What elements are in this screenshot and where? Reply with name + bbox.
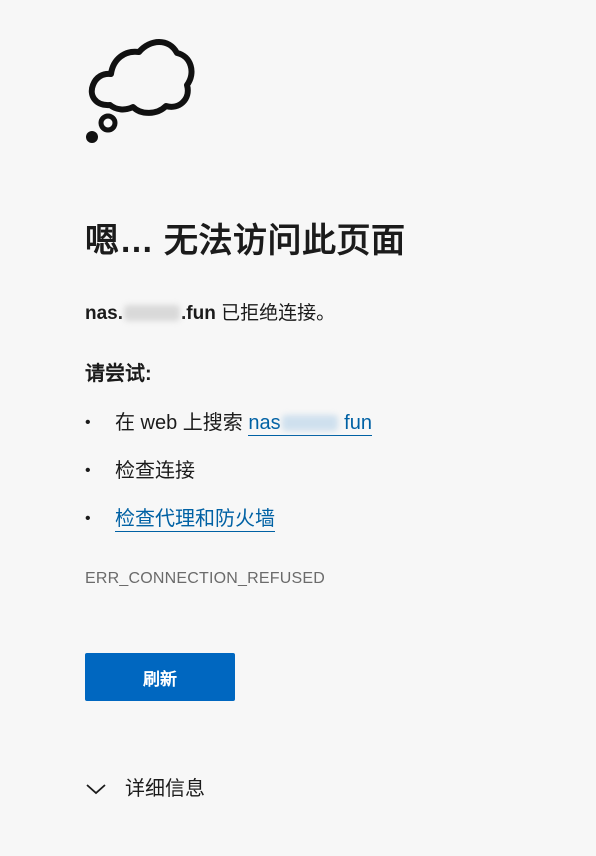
try-heading: 请尝试: xyxy=(85,363,152,385)
host-name: nas. .fun xyxy=(85,303,216,324)
refused-message: nas. .fun 已拒绝连接。 xyxy=(85,300,335,328)
details-toggle[interactable]: 详细信息 xyxy=(85,772,205,806)
chevron-down-icon xyxy=(86,784,106,795)
suggestion-list: • 在 web 上搜索 nas fun • 检查连接 • 检查代理和防火墙 xyxy=(85,406,372,550)
suggestion-check-proxy: • 检查代理和防火墙 xyxy=(85,502,372,550)
check-proxy-link[interactable]: 检查代理和防火墙 xyxy=(115,508,275,532)
error-code: ERR_CONNECTION_REFUSED xyxy=(85,570,325,587)
page-title: 嗯… 无法访问此页面 xyxy=(85,222,406,260)
host-prefix: nas. xyxy=(85,303,124,324)
host-suffix: .fun xyxy=(181,303,216,324)
thought-bubble-icon xyxy=(86,39,195,143)
refresh-button[interactable]: 刷新 xyxy=(85,653,235,701)
search-web-link[interactable]: nas fun xyxy=(248,412,372,436)
refused-text: 已拒绝连接。 xyxy=(215,303,336,324)
details-label: 详细信息 xyxy=(125,778,205,800)
error-page: 嗯… 无法访问此页面 nas. .fun 已拒绝连接。 请尝试: • 在 web … xyxy=(0,0,596,856)
suggestion-check-connection: • 检查连接 xyxy=(85,454,372,502)
search-prefix: 在 web 上搜索 xyxy=(115,412,249,434)
suggestion-search: • 在 web 上搜索 nas fun xyxy=(85,406,372,454)
check-connection-text: 检查连接 xyxy=(115,460,195,482)
bullet-icon: • xyxy=(85,462,91,479)
bullet-icon: • xyxy=(85,414,91,431)
redacted-text xyxy=(281,415,338,431)
bullet-icon: • xyxy=(85,510,91,527)
redacted-text xyxy=(124,305,181,321)
